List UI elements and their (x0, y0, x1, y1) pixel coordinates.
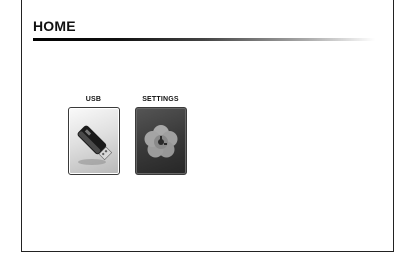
usb-app-label: USB (85, 96, 102, 103)
settings-app-label: SETTINGS (142, 96, 179, 103)
usb-app-button[interactable]: USB (66, 96, 121, 175)
settings-tile[interactable] (134, 107, 187, 175)
page-title: HOME (33, 18, 76, 34)
gear-flower-icon (144, 125, 177, 158)
title-divider (33, 38, 375, 41)
usb-tile[interactable] (67, 107, 120, 175)
usb-drive-icon (77, 125, 112, 165)
settings-app-button[interactable]: SETTINGS (133, 96, 188, 175)
